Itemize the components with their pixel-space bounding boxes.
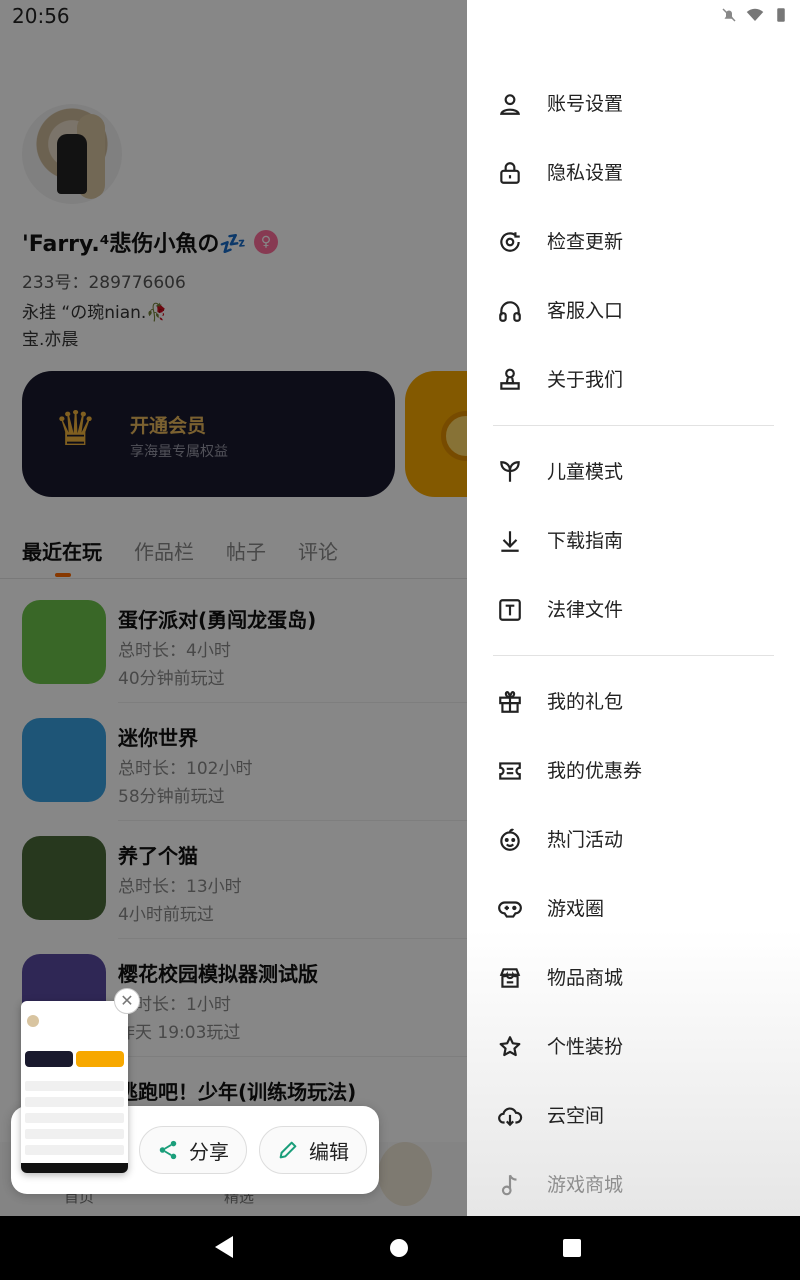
menu-item-game-store[interactable]: 游戏商城 [467,1154,800,1214]
menu-label: 游戏商城 [547,1174,624,1196]
edit-button[interactable]: 编辑 [259,1126,367,1174]
battery-icon [777,8,785,22]
menu-item-check-update[interactable]: 检查更新 [467,211,800,271]
menu-label: 热门活动 [547,829,624,851]
gift-icon [499,691,521,713]
music-note-icon [501,1174,517,1196]
gamepad-icon [498,901,522,918]
menu-item-hot-events[interactable]: 热门活动 [467,809,800,869]
close-icon[interactable]: ✕ [114,988,140,1014]
pencil-icon [279,1141,297,1159]
menu-label: 我的礼包 [547,691,624,713]
bell-off-icon [722,8,736,22]
menu-item-legal-documents[interactable]: 法律文件 [467,579,800,639]
coupon-icon [499,762,521,780]
stamp-icon [500,368,520,390]
menu-label: 云空间 [547,1105,605,1127]
smile-icon [500,828,520,851]
star-icon [499,1036,521,1057]
cloud-download-icon [498,1107,523,1127]
screenshot-thumbnail[interactable] [21,1001,128,1173]
menu-item-privacy-settings[interactable]: 隐私设置 [467,142,800,202]
person-icon [500,94,520,115]
menu-label: 隐私设置 [547,162,624,184]
wifi-icon [746,8,764,21]
menu-label: 下载指南 [547,530,624,552]
edit-label: 编辑 [309,1139,349,1164]
recents-icon[interactable] [563,1239,581,1257]
menu-label: 账号设置 [547,93,624,115]
share-label: 分享 [189,1139,229,1164]
lock-icon [500,162,520,184]
divider [493,655,774,656]
headset-icon [499,301,521,322]
share-button[interactable]: 分享 [139,1126,247,1174]
menu-item-my-gifts[interactable]: 我的礼包 [467,671,800,731]
menu-item-personal-dressup[interactable]: 个性装扮 [467,1016,800,1076]
menu-item-my-coupons[interactable]: 我的优惠券 [467,740,800,800]
system-navigation-bar [0,1216,800,1280]
menu-item-cloud-space[interactable]: 云空间 [467,1085,800,1145]
menu-label: 检查更新 [547,231,624,253]
document-t-icon [499,599,521,621]
menu-item-customer-service[interactable]: 客服入口 [467,280,800,340]
menu-item-about-us[interactable]: 关于我们 [467,349,800,409]
menu-label: 关于我们 [547,369,624,391]
sprout-icon [500,461,520,482]
menu-item-item-store[interactable]: 物品商城 [467,947,800,1007]
side-drawer: 账号设置 隐私设置 检查更新 客服入口 关于我们 儿童模式 下载指南 法律文件 … [467,0,800,1216]
status-icons [720,6,790,24]
divider [493,425,774,426]
share-icon [159,1140,177,1160]
menu-label: 我的优惠券 [547,760,643,782]
download-icon [501,531,519,552]
menu-label: 客服入口 [547,300,624,322]
menu-item-download-guide[interactable]: 下载指南 [467,510,800,570]
menu-label: 法律文件 [547,599,624,621]
back-icon[interactable] [215,1236,233,1258]
menu-label: 游戏圈 [547,898,605,920]
menu-label: 儿童模式 [547,461,624,483]
home-icon[interactable] [390,1239,408,1257]
menu-label: 物品商城 [547,967,624,989]
menu-item-kids-mode[interactable]: 儿童模式 [467,441,800,501]
menu-item-account-settings[interactable]: 账号设置 [467,73,800,133]
refresh-icon [500,232,520,252]
store-icon [499,968,521,988]
menu-item-game-circle[interactable]: 游戏圈 [467,878,800,938]
menu-label: 个性装扮 [547,1036,624,1058]
